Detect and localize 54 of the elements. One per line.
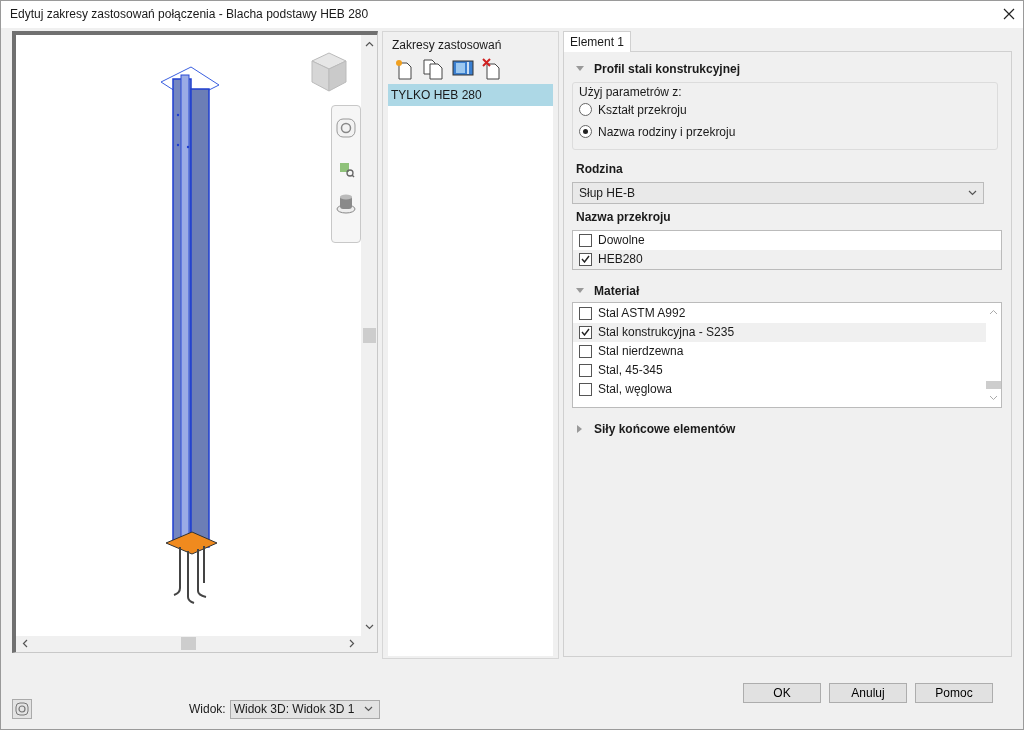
section-title: Profil stali konstrukcyjnej [594, 61, 741, 76]
checkbox[interactable] [579, 382, 592, 396]
family-dropdown[interactable]: Słup HE-B [572, 181, 984, 204]
field-label: Nazwa przekroju [575, 208, 672, 226]
checkbox[interactable] [579, 252, 592, 266]
radio-button[interactable] [579, 103, 592, 117]
delete-document-icon[interactable] [482, 57, 502, 80]
option-label: HEB280 [598, 252, 643, 267]
scroll-right-icon[interactable] [349, 639, 355, 649]
zoom-icon[interactable] [339, 161, 355, 178]
checkbox[interactable] [579, 363, 592, 377]
collapse-triangle-icon[interactable] [576, 286, 584, 295]
dialog-button[interactable]: OK [743, 683, 821, 703]
option-label: Dowolne [598, 233, 645, 248]
checkbox[interactable] [579, 306, 592, 320]
option-label: Kształt przekroju [598, 102, 687, 117]
scroll-thumb[interactable] [181, 637, 196, 651]
rename-icon[interactable] [452, 57, 474, 78]
scroll-up-icon[interactable] [364, 40, 374, 47]
steering-wheel-button[interactable] [12, 699, 32, 719]
radio-button[interactable] [579, 125, 592, 139]
collapse-triangle-icon[interactable] [576, 64, 584, 73]
option-label: Stal, węglowa [598, 382, 673, 397]
expand-triangle-icon[interactable] [576, 424, 584, 433]
scroll-down-icon[interactable] [364, 623, 374, 630]
steering-wheel-icon[interactable] [336, 117, 356, 138]
checkbox[interactable] [579, 233, 592, 247]
option-label: Stal ASTM A992 [598, 306, 686, 321]
field-label: Rodzina [575, 160, 624, 178]
close-icon[interactable] [1003, 8, 1015, 21]
option-label: Nazwa rodziny i przekroju [598, 124, 736, 139]
checkbox[interactable] [579, 325, 592, 339]
scroll-left-icon[interactable] [22, 639, 28, 649]
section-title: Materiał [594, 283, 640, 298]
new-document-icon[interactable] [394, 57, 414, 80]
dialog-button[interactable]: Anuluj [829, 683, 907, 703]
view-label: Widok: [189, 702, 226, 716]
option-label: Stal nierdzewna [598, 344, 684, 359]
section-title: Siły końcowe elementów [594, 421, 736, 436]
option-label: Stal, 45-345 [598, 363, 663, 378]
dropdown-caret-icon [968, 189, 977, 196]
scroll-thumb[interactable] [362, 327, 376, 343]
dialog-button[interactable]: Pomoc [915, 683, 993, 703]
tab[interactable]: Element 1 [563, 30, 632, 52]
copy-icon[interactable] [422, 57, 444, 80]
scroll-thumb[interactable] [986, 380, 1001, 389]
option-label: Stal konstrukcyjna - S235 [598, 325, 735, 340]
panel-title: Zakresy zastosowań [391, 36, 503, 54]
group-label: Użyj parametrów z: [579, 84, 682, 99]
view-dropdown[interactable]: Widok 3D: Widok 3D 1 [229, 699, 380, 719]
checkbox[interactable] [579, 344, 592, 358]
window-title: Edytuj zakresy zastosowań połączenia - Blacha podstawy HEB 280 [10, 7, 369, 22]
dropdown-caret-icon [363, 706, 373, 712]
list-item[interactable]: TYLKO HEB 280 [388, 83, 553, 106]
